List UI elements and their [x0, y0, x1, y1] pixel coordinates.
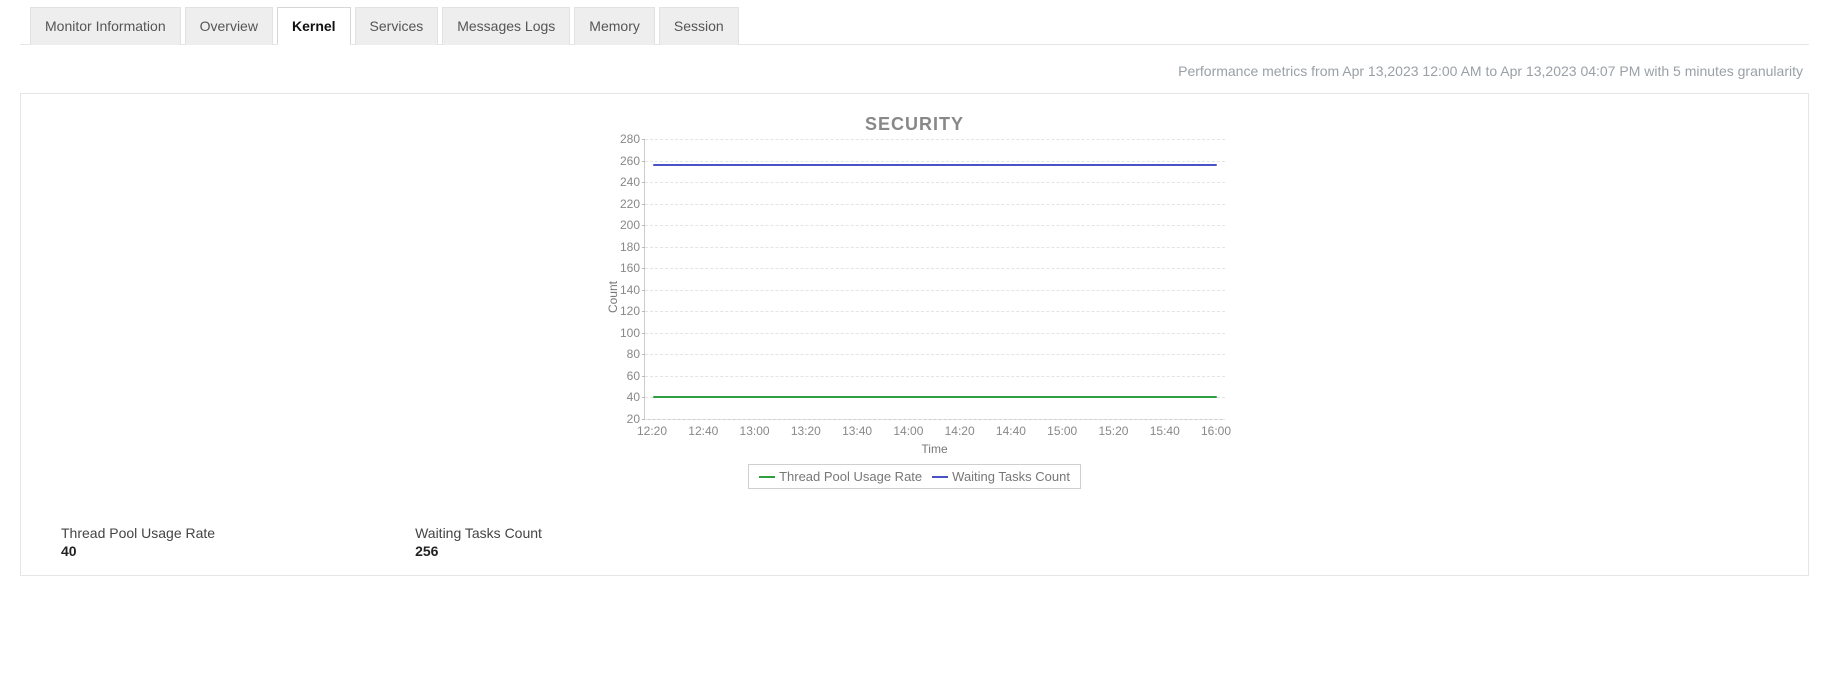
tab-messages[interactable]: Messages Logs — [442, 7, 570, 45]
x-tick: 15:00 — [1047, 424, 1077, 438]
x-tick: 13:00 — [740, 424, 770, 438]
y-tick-mark — [642, 247, 645, 248]
tab-monitor[interactable]: Monitor Information — [30, 7, 181, 45]
tab-services[interactable]: Services — [355, 7, 439, 45]
summary-value: 256 — [415, 543, 542, 559]
y-tick-mark — [642, 311, 645, 312]
tab-kernel[interactable]: Kernel — [277, 7, 351, 45]
summary-value: 40 — [61, 543, 215, 559]
legend-swatch — [932, 476, 948, 478]
y-tick-mark — [642, 225, 645, 226]
summary-label: Waiting Tasks Count — [415, 525, 542, 541]
y-tick-mark — [642, 182, 645, 183]
security-chart: SECURITY Count 2802602402202001801601401… — [61, 114, 1768, 489]
x-tick: 13:40 — [842, 424, 872, 438]
y-tick-mark — [642, 161, 645, 162]
series-line — [653, 164, 1217, 166]
summary-row: Thread Pool Usage Rate 40 Waiting Tasks … — [61, 525, 1768, 559]
legend-swatch — [759, 476, 775, 478]
legend-item[interactable]: Waiting Tasks Count — [932, 469, 1070, 484]
y-tick-mark — [642, 139, 645, 140]
x-tick: 14:00 — [893, 424, 923, 438]
tab-session[interactable]: Session — [659, 7, 739, 45]
security-panel: SECURITY Count 2802602402202001801601401… — [20, 93, 1809, 576]
y-tick-mark — [642, 268, 645, 269]
metrics-caption: Performance metrics from Apr 13,2023 12:… — [20, 45, 1809, 89]
tab-memory[interactable]: Memory — [574, 7, 655, 45]
y-tick-mark — [642, 333, 645, 334]
legend-label: Waiting Tasks Count — [952, 469, 1070, 484]
x-axis: 12:2012:4013:0013:2013:4014:0014:2014:40… — [644, 424, 1224, 440]
y-axis-label: Count — [604, 281, 620, 313]
x-axis-label: Time — [644, 442, 1225, 456]
y-tick-mark — [642, 290, 645, 291]
summary-thread-pool: Thread Pool Usage Rate 40 — [61, 525, 215, 559]
y-tick-mark — [642, 376, 645, 377]
y-tick-mark — [642, 397, 645, 398]
summary-label: Thread Pool Usage Rate — [61, 525, 215, 541]
chart-title: SECURITY — [865, 114, 964, 135]
x-tick: 12:40 — [688, 424, 718, 438]
tab-overview[interactable]: Overview — [185, 7, 273, 45]
legend-label: Thread Pool Usage Rate — [779, 469, 922, 484]
x-tick: 15:20 — [1098, 424, 1128, 438]
x-tick: 13:20 — [791, 424, 821, 438]
x-tick: 16:00 — [1201, 424, 1231, 438]
x-tick: 15:40 — [1150, 424, 1180, 438]
y-tick-mark — [642, 354, 645, 355]
y-tick-mark — [642, 204, 645, 205]
x-tick: 14:20 — [945, 424, 975, 438]
y-axis: 28026024022020018016014012010080604020 — [620, 139, 644, 419]
tab-bar: Monitor InformationOverviewKernelService… — [20, 6, 1809, 45]
chart-plot-area — [644, 139, 1225, 420]
y-tick-mark — [642, 419, 645, 420]
summary-waiting-tasks: Waiting Tasks Count 256 — [415, 525, 542, 559]
x-tick: 12:20 — [637, 424, 667, 438]
legend-item[interactable]: Thread Pool Usage Rate — [759, 469, 922, 484]
x-tick: 14:40 — [996, 424, 1026, 438]
chart-legend: Thread Pool Usage Rate Waiting Tasks Coun… — [748, 464, 1081, 489]
